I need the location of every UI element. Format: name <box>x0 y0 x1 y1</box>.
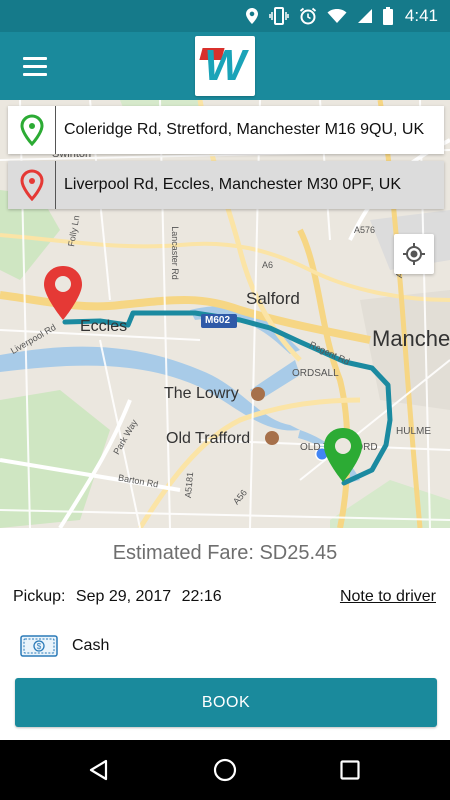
booking-panel: Estimated Fare: SD25.45 Pickup: Sep 29, … <box>0 528 450 740</box>
payment-method-label: Cash <box>72 637 110 654</box>
signal-icon <box>357 9 372 23</box>
map-label-a6: A6 <box>262 260 274 270</box>
logo-letter: W <box>204 41 246 90</box>
alarm-icon <box>299 7 316 25</box>
dropoff-address-text: Liverpool Rd, Eccles, Manchester M30 0PF… <box>64 176 402 193</box>
map-label-ordsall: ORDSALL <box>292 368 339 379</box>
brand-logo: W <box>195 36 255 96</box>
my-location-icon <box>403 243 425 265</box>
map-label-lancaster-rd: Lancaster Rd <box>169 226 180 280</box>
back-icon <box>89 759 108 781</box>
location-icon <box>245 8 258 24</box>
map-view[interactable]: Swinton Eccles Salford Manche The Lowry … <box>0 100 450 528</box>
map-label-m602: M602 <box>205 315 231 326</box>
app-bar: W <box>0 32 450 100</box>
cash-icon: $ <box>20 635 58 657</box>
green-pin-icon <box>19 114 44 146</box>
map-label-old-trafford: Old Trafford <box>166 430 251 447</box>
map-label-salford: Salford <box>246 289 300 308</box>
svg-text:$: $ <box>37 642 42 651</box>
book-button[interactable]: BOOK <box>15 678 437 727</box>
status-time: 4:41 <box>404 6 438 25</box>
status-bar: 4:41 <box>0 0 450 32</box>
status-icons: 4:41 <box>245 0 438 32</box>
pickup-time-label: Pickup: <box>13 588 66 605</box>
note-to-driver-link[interactable]: Note to driver <box>340 588 436 606</box>
nav-back-button[interactable] <box>59 740 139 800</box>
map-label-eccles: Eccles <box>80 318 128 335</box>
pickup-address-text: Coleridge Rd, Stretford, Manchester M16 … <box>64 121 425 138</box>
navigation-bar <box>0 740 450 800</box>
estimated-fare: Estimated Fare: SD25.45 <box>112 542 338 564</box>
pickup-date: Sep 29, 2017 <box>75 588 172 605</box>
battery-icon <box>382 7 393 25</box>
wifi-icon <box>327 9 347 23</box>
map-label-hulme: HULME <box>396 426 432 437</box>
pickup-clock-time: 22:16 <box>181 588 222 605</box>
payment-method[interactable]: $ Cash <box>20 634 109 658</box>
pickup-map-pin-icon[interactable] <box>321 426 365 484</box>
red-pin-icon <box>19 169 44 201</box>
nav-recents-button[interactable] <box>310 740 390 800</box>
recents-icon <box>340 760 360 780</box>
pickup-address-field[interactable]: Coleridge Rd, Stretford, Manchester M16 … <box>8 106 444 154</box>
pickup-address-icon-box <box>8 106 56 154</box>
dropoff-address-icon-box <box>8 161 56 209</box>
my-location-button[interactable] <box>394 234 434 274</box>
dropoff-map-pin-icon[interactable] <box>41 264 85 322</box>
home-icon <box>213 758 237 782</box>
map-label-manchester: Manche <box>372 326 450 351</box>
map-label-the-lowry: The Lowry <box>164 385 239 402</box>
vibrate-icon <box>269 7 289 25</box>
pickup-time[interactable]: Pickup: Sep 29, 2017 22:16 <box>13 588 228 606</box>
dropoff-address-field[interactable]: Liverpool Rd, Eccles, Manchester M30 0PF… <box>8 161 444 209</box>
map-label-a576: A576 <box>354 225 376 235</box>
nav-home-button[interactable] <box>185 740 265 800</box>
hamburger-menu-icon[interactable] <box>14 48 56 84</box>
